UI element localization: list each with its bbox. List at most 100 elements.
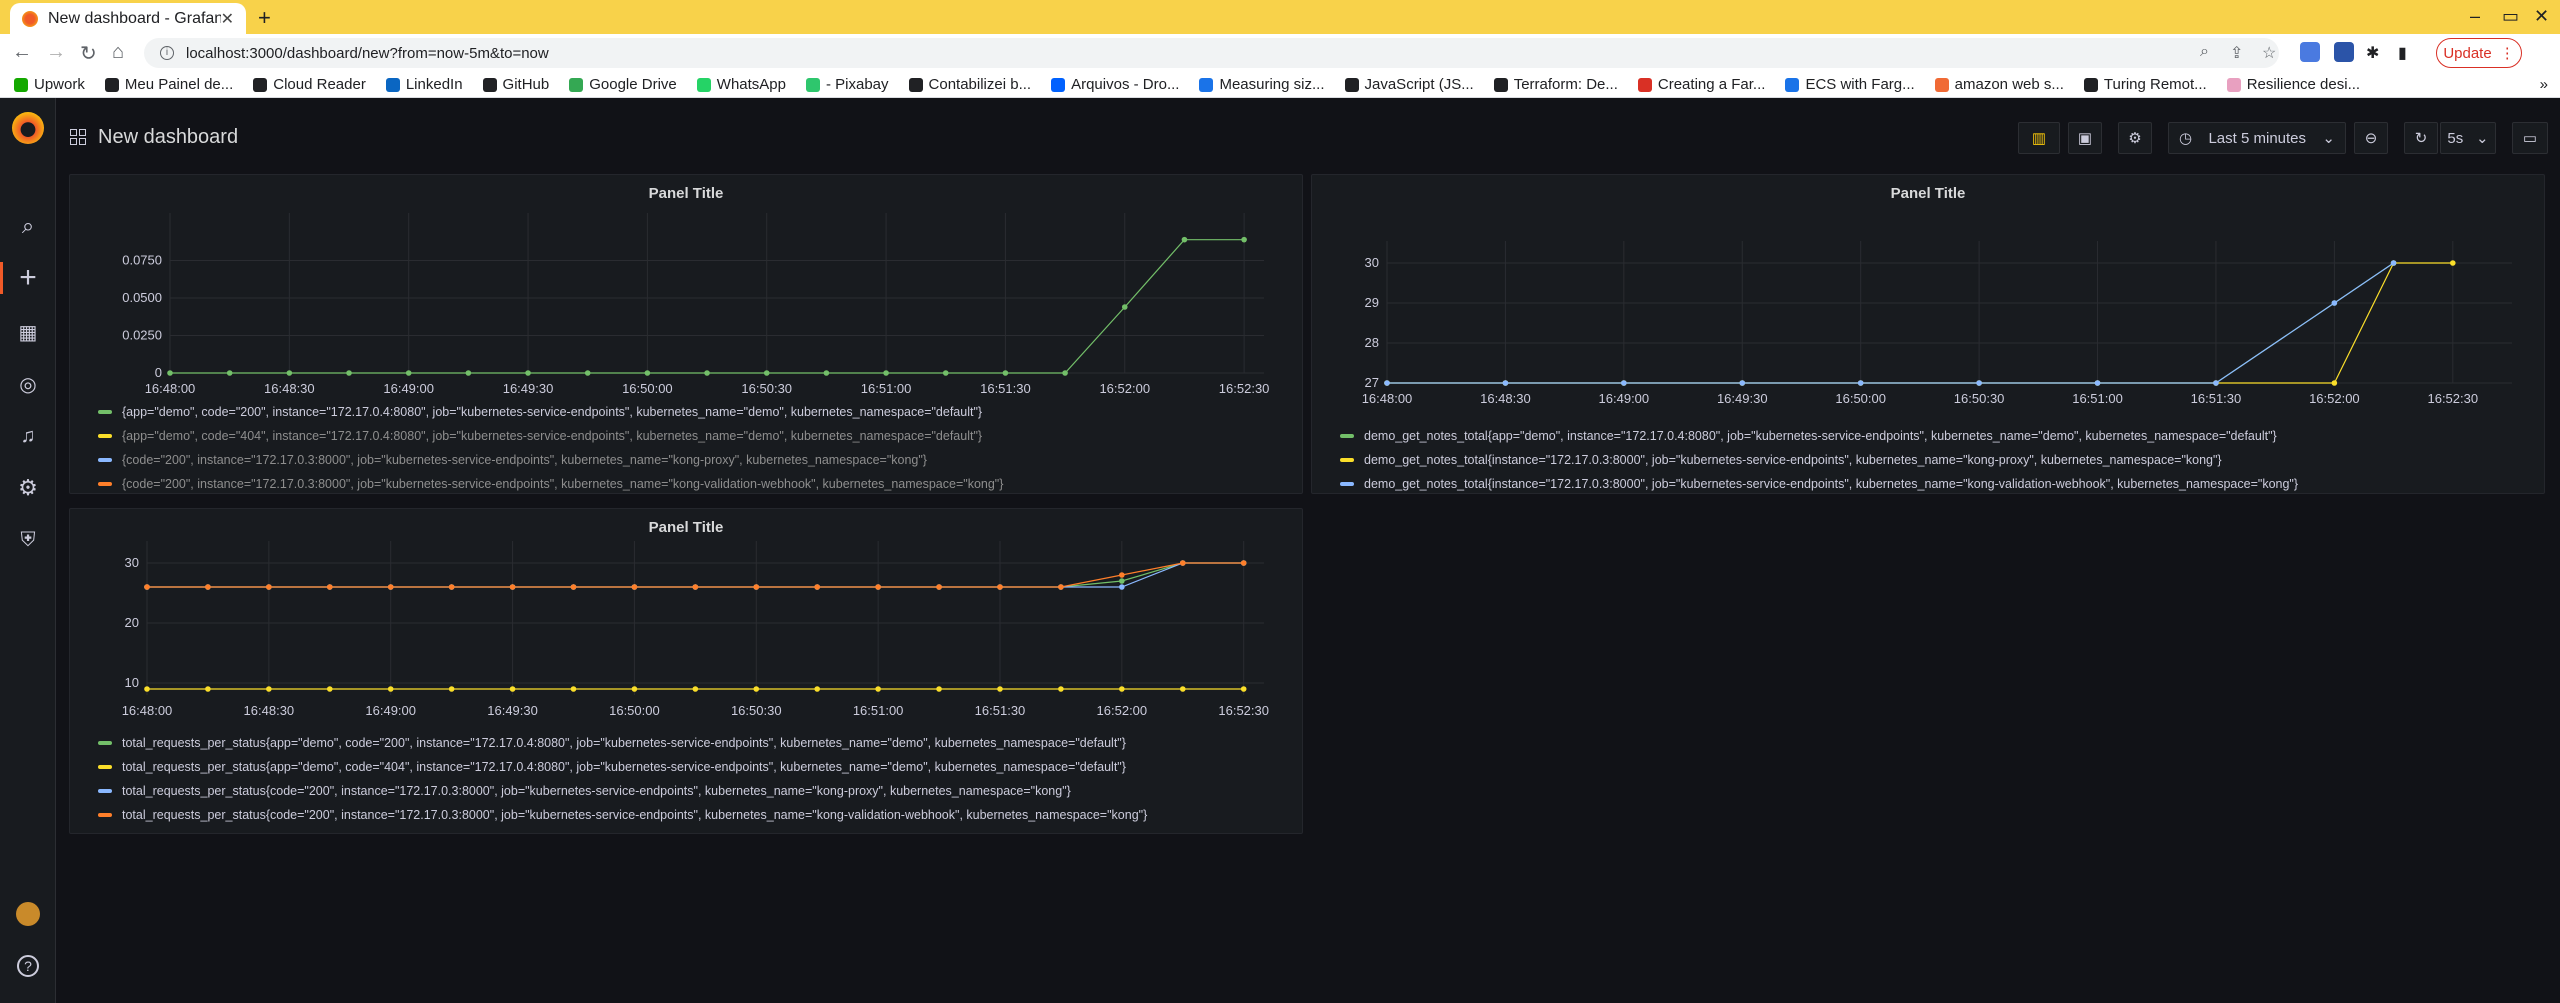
server-admin-shield-icon[interactable]: ⛨ (12, 524, 44, 556)
legend-item[interactable]: {code="200", instance="172.17.0.3:8000",… (98, 472, 1003, 496)
add-panel-button[interactable]: ▥ (2018, 122, 2060, 154)
bookmarks-more-icon[interactable]: » (2540, 76, 2548, 93)
home-icon[interactable]: ⌂ (112, 41, 124, 64)
legend-item[interactable]: total_requests_per_status{app="demo", co… (98, 731, 1147, 755)
minimize-icon[interactable]: – (2470, 6, 2480, 27)
bookmark-item[interactable]: Measuring siz... (1199, 76, 1325, 93)
save-dashboard-button[interactable]: ▣ (2068, 122, 2102, 154)
chevron-down-icon: ⌄ (2322, 130, 2335, 147)
data-point (1240, 686, 1247, 692)
bookmark-item[interactable]: JavaScript (JS... (1344, 76, 1474, 93)
legend-item[interactable]: demo_get_notes_total{instance="172.17.0.… (1340, 448, 2298, 472)
search-icon[interactable]: ⌕ (12, 210, 44, 242)
panel-1[interactable]: Panel Title 0 0.0250 0.0500 0.0750 16:48:00 1… (69, 174, 1303, 494)
data-point (465, 370, 472, 376)
panel-2[interactable]: Panel Title 27 28 29 30 16:48:00 16:48:30 16:4… (1311, 174, 2545, 494)
bookmark-item[interactable]: Meu Painel de... (104, 76, 233, 93)
new-tab-icon[interactable]: + (258, 5, 271, 31)
bookmark-item[interactable]: Cloud Reader (253, 76, 366, 93)
data-point (584, 370, 591, 376)
share-icon[interactable]: ⇪ (2230, 43, 2243, 63)
bookmark-item[interactable]: GitHub (482, 76, 549, 93)
bookmark-star-icon[interactable]: ☆ (2262, 43, 2276, 63)
data-point (1241, 236, 1247, 243)
close-tab-icon[interactable]: ✕ (221, 9, 234, 29)
bookmark-item[interactable]: ECS with Farg... (1785, 76, 1915, 93)
explore-compass-icon[interactable]: ◎ (12, 368, 44, 400)
x-tick-label: 16:51:30 (2191, 391, 2242, 406)
tv-mode-button[interactable]: ▭ (2512, 122, 2548, 154)
data-point (644, 370, 651, 376)
bookmark-item[interactable]: Contabilizei b... (908, 76, 1031, 93)
dashboard-settings-button[interactable]: ⚙ (2118, 122, 2152, 154)
legend-item[interactable]: demo_get_notes_total{app="demo", instanc… (1340, 424, 2298, 448)
legend-label: demo_get_notes_total{instance="172.17.0.… (1364, 453, 2222, 467)
data-point (326, 584, 333, 590)
data-point (448, 584, 455, 590)
bookmark-item[interactable]: Turing Remot... (2083, 76, 2207, 93)
chevron-down-icon: ⌄ (2476, 130, 2489, 147)
dashboard-title[interactable]: New dashboard (98, 126, 238, 149)
sidepanel-icon[interactable]: ▮ (2398, 43, 2407, 63)
help-icon[interactable]: ? (12, 950, 44, 982)
avatar[interactable] (12, 898, 44, 930)
data-point (387, 584, 394, 590)
site-info-icon[interactable]: i (160, 46, 174, 60)
bookmark-item[interactable]: amazon web s... (1934, 76, 2064, 93)
update-button[interactable]: Update ⋮ (2436, 38, 2522, 68)
extension-icon[interactable] (2300, 42, 2320, 62)
bookmark-item[interactable]: Resilience desi... (2226, 76, 2360, 93)
time-picker-button[interactable]: ◷ Last 5 minutes ⌄ (2168, 122, 2346, 154)
x-tick-label: 16:50:30 (1954, 391, 2005, 406)
legend-item[interactable]: total_requests_per_status{app="demo", co… (98, 755, 1147, 779)
extension-icon[interactable] (2334, 42, 2354, 62)
legend-item[interactable]: {app="demo", code="404", instance="172.1… (98, 424, 1003, 448)
browser-tab[interactable]: New dashboard - Grafana ✕ (10, 3, 246, 34)
data-point (1119, 584, 1125, 590)
legend-item[interactable]: {app="demo", code="200", instance="172.1… (98, 400, 1003, 424)
legend-item[interactable]: {code="200", instance="172.17.0.3:8000",… (98, 448, 1003, 472)
bookmark-item[interactable]: - Pixabay (805, 76, 889, 93)
bookmark-favicon-icon (253, 77, 268, 92)
refresh-interval-picker[interactable]: 5s ⌄ (2440, 122, 2496, 154)
bookmark-item[interactable]: LinkedIn (385, 76, 463, 93)
y-tick-label: 30 (125, 555, 139, 570)
bookmark-item[interactable]: Google Drive (569, 76, 677, 93)
close-window-icon[interactable]: ✕ (2534, 6, 2549, 27)
dashboards-icon[interactable]: ▦ (12, 316, 44, 348)
y-tick-label: 30 (1365, 255, 1379, 270)
refresh-button[interactable]: ↻ (2404, 122, 2438, 154)
panel-3-chart: 10 20 30 16:48:00 16:48:30 16:49:00 16:49:30 16… (122, 541, 1269, 718)
legend-item[interactable]: total_requests_per_status{code="200", in… (98, 779, 1147, 803)
create-plus-icon[interactable]: + (12, 261, 44, 294)
back-icon[interactable]: ← (12, 41, 32, 64)
legend-item[interactable]: demo_get_notes_total{instance="172.17.0.… (1340, 472, 2298, 496)
extensions-puzzle-icon[interactable]: ✱ (2366, 43, 2379, 63)
maximize-icon[interactable]: ▭ (2502, 6, 2519, 27)
data-point (814, 686, 820, 692)
grafana-logo-icon[interactable] (12, 112, 44, 144)
bookmark-item[interactable]: Creating a Far... (1637, 76, 1765, 93)
panel-1-chart: 0 0.0250 0.0500 0.0750 16:48:00 16:48:30 16:49… (122, 213, 1269, 395)
reload-icon[interactable]: ↻ (80, 41, 97, 66)
forward-icon[interactable]: → (46, 41, 66, 64)
zoom-out-button[interactable]: ⊖ (2354, 122, 2388, 154)
address-bar[interactable]: i localhost:3000/dashboard/new?from=now-… (144, 38, 2279, 68)
alerting-bell-icon[interactable]: ♫ (12, 420, 44, 452)
bookmark-item[interactable]: WhatsApp (696, 76, 786, 93)
active-nav-indicator (0, 262, 3, 294)
y-tick-label: 29 (1365, 295, 1379, 310)
bookmark-favicon-icon (1785, 77, 1800, 92)
panel-3[interactable]: Panel Title 10 20 30 16:48:00 16:48:30 16:49:… (69, 508, 1303, 834)
y-tick-label: 28 (1365, 335, 1379, 350)
legend-item[interactable]: total_requests_per_status{code="200", in… (98, 803, 1147, 827)
x-tick-label: 16:51:30 (975, 703, 1026, 718)
x-tick-label: 16:50:00 (609, 703, 660, 718)
bookmark-item[interactable]: Upwork (14, 76, 85, 93)
zoom-icon[interactable]: ⌕ (2200, 43, 2209, 61)
bookmark-item[interactable]: Arquivos - Dro... (1051, 76, 1179, 93)
configuration-gear-icon[interactable]: ⚙ (12, 472, 44, 504)
data-point (1240, 560, 1247, 566)
data-point (631, 686, 638, 692)
bookmark-item[interactable]: Terraform: De... (1493, 76, 1618, 93)
